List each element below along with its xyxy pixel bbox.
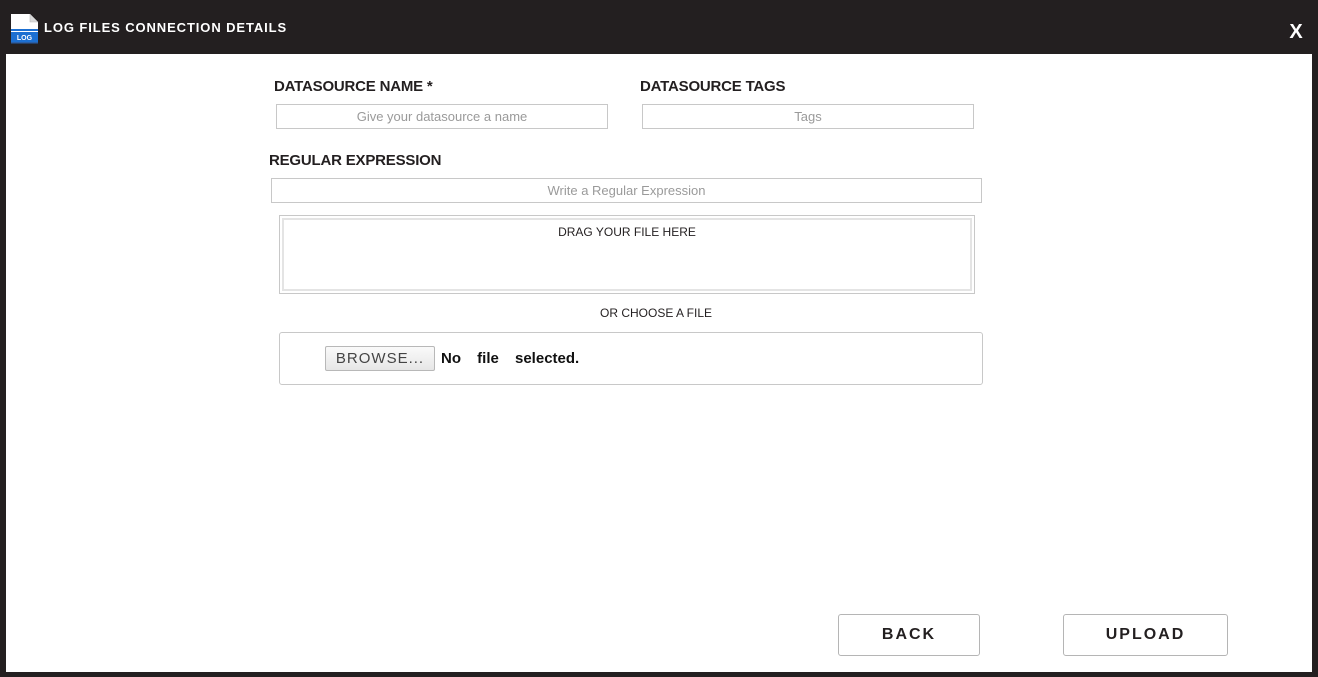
regular-expression-input[interactable]	[271, 178, 982, 203]
log-file-icon-text: LOG	[17, 35, 33, 42]
regular-expression-label: REGULAR EXPRESSION	[269, 152, 442, 169]
browse-button[interactable]: BROWSE...	[325, 346, 435, 371]
log-files-connection-dialog: LOG LOG FILES CONNECTION DETAILS X DATAS…	[0, 0, 1318, 677]
log-file-icon: LOG	[11, 14, 38, 44]
back-button[interactable]: BACK	[838, 614, 980, 656]
datasource-tags-input[interactable]	[642, 104, 974, 129]
dialog-content: DATASOURCE NAME * DATASOURCE TAGS REGULA…	[6, 54, 1312, 672]
dropzone-text: DRAG YOUR FILE HERE	[282, 218, 972, 291]
file-chooser: BROWSE... No file selected.	[279, 332, 983, 385]
file-status-text: No file selected.	[441, 350, 580, 367]
datasource-name-input[interactable]	[276, 104, 608, 129]
upload-button[interactable]: UPLOAD	[1063, 614, 1228, 656]
file-dropzone[interactable]: DRAG YOUR FILE HERE	[279, 215, 975, 294]
dialog-titlebar: LOG LOG FILES CONNECTION DETAILS X	[0, 0, 1318, 54]
datasource-tags-label: DATASOURCE TAGS	[640, 78, 786, 95]
close-button[interactable]: X	[1284, 20, 1308, 44]
or-choose-file-label: OR CHOOSE A FILE	[599, 306, 713, 320]
datasource-name-label: DATASOURCE NAME *	[274, 78, 433, 95]
dialog-title: LOG FILES CONNECTION DETAILS	[44, 20, 288, 35]
